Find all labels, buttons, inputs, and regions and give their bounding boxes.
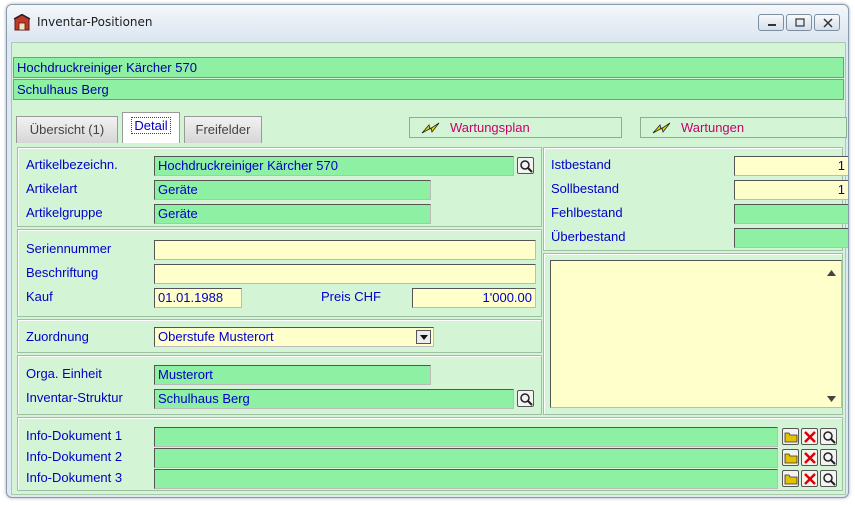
fehlbestand-field	[734, 204, 848, 224]
folder-icon	[784, 432, 798, 443]
delete-x-icon	[804, 431, 816, 443]
header-artikel-field: Hochdruckreiniger Kärcher 570	[13, 57, 844, 78]
lightning-icon	[652, 122, 671, 134]
ueberbestand-field	[734, 228, 848, 248]
kauf-date-field[interactable]: 01.01.1988	[154, 288, 242, 308]
artikelbezeichnung-label: Artikelbezeichn.	[26, 157, 118, 172]
header-standort-field: Schulhaus Berg	[13, 79, 844, 100]
inventar-struktur-field[interactable]: Schulhaus Berg	[154, 389, 514, 409]
maximize-icon	[795, 18, 805, 27]
artikel-panel: Artikelbezeichn. Hochdruckreiniger Kärch…	[17, 147, 542, 227]
lightning-icon	[421, 122, 440, 134]
minimize-button[interactable]	[758, 14, 784, 31]
delete-x-icon	[804, 452, 816, 464]
delete-x-icon	[804, 473, 816, 485]
zuordnung-select[interactable]: Oberstufe Musterort	[154, 327, 434, 347]
close-icon	[823, 18, 833, 28]
wartungen-label: Wartungen	[681, 120, 745, 135]
preis-field[interactable]: 1'000.00	[412, 288, 536, 308]
search-icon	[823, 452, 836, 465]
sollbestand-label: Sollbestand	[551, 181, 619, 196]
zuordnung-value: Oberstufe Musterort	[158, 329, 274, 344]
tab-uebersicht[interactable]: Übersicht (1)	[16, 116, 118, 143]
search-button[interactable]	[820, 428, 837, 445]
tab-label: Freifelder	[195, 122, 251, 137]
fehlbestand-label: Fehlbestand	[551, 205, 623, 220]
preis-label: Preis CHF	[321, 289, 381, 304]
search-button[interactable]	[820, 470, 837, 487]
info-dokument-1-label: Info-Dokument 1	[26, 428, 123, 443]
seriennummer-label: Seriennummer	[26, 241, 112, 256]
caption-buttons	[756, 14, 840, 31]
bestand-panel: Istbestand 1 Sollbestand 1 Fehlbestand Ü…	[543, 147, 848, 251]
info-dokumente-panel: Info-Dokument 1 Info-Dokument 2 Info-Dok…	[17, 417, 843, 491]
search-icon	[520, 160, 533, 173]
delete-button[interactable]	[801, 449, 818, 466]
minimize-icon	[768, 24, 776, 26]
struktur-search-button[interactable]	[517, 390, 534, 407]
info-dokument-2-label: Info-Dokument 2	[26, 449, 123, 464]
kauf-label: Kauf	[26, 289, 53, 304]
seriennummer-field[interactable]	[154, 240, 536, 260]
open-folder-button[interactable]	[782, 428, 799, 445]
notes-textarea[interactable]	[550, 260, 842, 408]
search-icon	[823, 431, 836, 444]
beschriftung-label: Beschriftung	[26, 265, 99, 280]
istbestand-field[interactable]: 1	[734, 156, 848, 176]
folder-icon	[784, 453, 798, 464]
maximize-button[interactable]	[786, 14, 812, 31]
notes-panel	[543, 253, 843, 415]
serie-panel: Seriennummer Beschriftung Kauf 01.01.198…	[17, 229, 542, 317]
scroll-down-icon[interactable]	[827, 396, 836, 402]
sollbestand-field[interactable]: 1	[734, 180, 848, 200]
orga-einheit-label: Orga. Einheit	[26, 366, 102, 381]
search-button[interactable]	[820, 449, 837, 466]
artikelgruppe-field[interactable]: Geräte	[154, 204, 431, 224]
open-folder-button[interactable]	[782, 470, 799, 487]
beschriftung-field[interactable]	[154, 264, 536, 284]
tab-freifelder[interactable]: Freifelder	[184, 116, 262, 143]
zuordnung-panel: Zuordnung Oberstufe Musterort	[17, 319, 542, 353]
delete-button[interactable]	[801, 428, 818, 445]
inventar-struktur-label: Inventar-Struktur	[26, 390, 123, 405]
window-title: Inventar-Positionen	[37, 15, 153, 29]
artikel-search-button[interactable]	[517, 157, 534, 174]
info-dokument-2-field[interactable]	[154, 448, 778, 468]
tab-label: Übersicht (1)	[29, 122, 105, 137]
scroll-up-icon[interactable]	[827, 270, 836, 276]
chevron-down-icon	[420, 335, 428, 340]
artikelgruppe-label: Artikelgruppe	[26, 205, 103, 220]
info-dokument-3-field[interactable]	[154, 469, 778, 489]
tab-label: Detail	[131, 117, 171, 134]
close-button[interactable]	[814, 14, 840, 31]
artikelart-label: Artikelart	[26, 181, 78, 196]
orga-einheit-field[interactable]: Musterort	[154, 365, 431, 385]
ueberbestand-label: Überbestand	[551, 229, 626, 244]
app-icon	[13, 13, 31, 32]
zuordnung-label: Zuordnung	[26, 329, 89, 344]
dropdown-button[interactable]	[416, 330, 431, 344]
tab-detail[interactable]: Detail	[122, 112, 180, 143]
artikelart-field[interactable]: Geräte	[154, 180, 431, 200]
wartungen-link[interactable]: Wartungen	[640, 117, 847, 138]
title-bar: Inventar-Positionen	[7, 5, 848, 41]
artikelbezeichnung-field[interactable]: Hochdruckreiniger Kärcher 570	[154, 156, 514, 176]
inventar-window: Inventar-Positionen Hochdruckreiniger Kä…	[6, 4, 849, 498]
wartungsplan-label: Wartungsplan	[450, 120, 530, 135]
client-area: Hochdruckreiniger Kärcher 570 Schulhaus …	[11, 42, 848, 495]
info-dokument-3-label: Info-Dokument 3	[26, 470, 123, 485]
istbestand-label: Istbestand	[551, 157, 611, 172]
wartungsplan-link[interactable]: Wartungsplan	[409, 117, 622, 138]
delete-button[interactable]	[801, 470, 818, 487]
info-dokument-1-field[interactable]	[154, 427, 778, 447]
search-icon	[823, 473, 836, 486]
folder-icon	[784, 474, 798, 485]
open-folder-button[interactable]	[782, 449, 799, 466]
orga-panel: Orga. Einheit Musterort Inventar-Struktu…	[17, 355, 542, 415]
search-icon	[520, 393, 533, 406]
